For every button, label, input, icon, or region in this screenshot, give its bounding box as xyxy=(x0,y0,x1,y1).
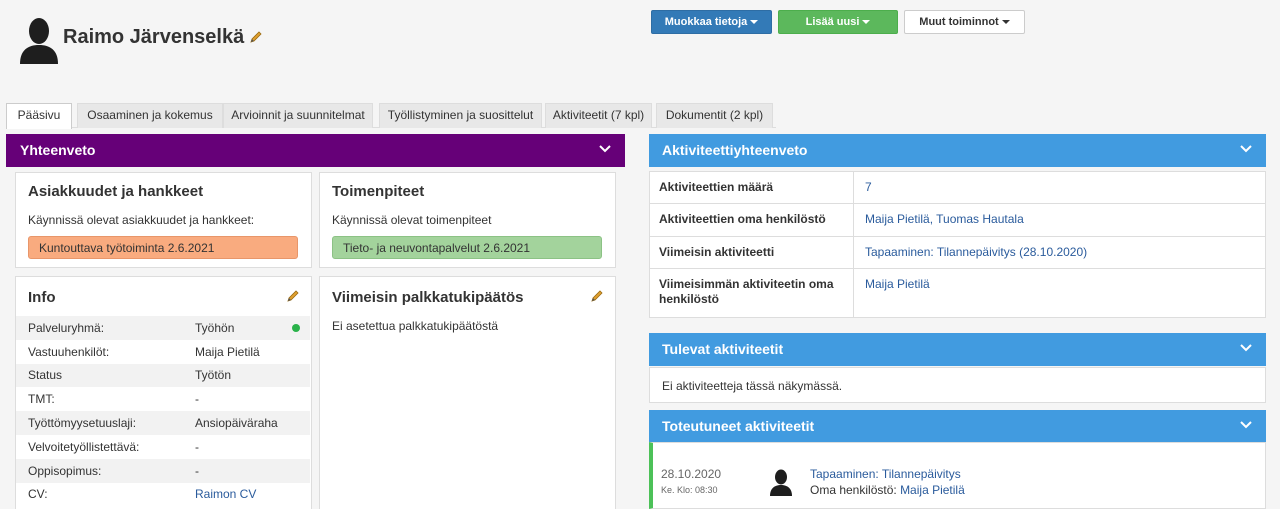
activity-title-link[interactable]: Tapaaminen: Tilannepäivitys xyxy=(810,467,961,481)
upcoming-empty-text: Ei aktiviteetteja tässä näkymässä. xyxy=(649,367,1266,403)
table-row: Viimeisin aktiviteetti Tapaaminen: Tilan… xyxy=(650,237,1265,269)
summary-value[interactable]: Maija Pietilä xyxy=(854,269,1265,317)
chevron-down-icon[interactable] xyxy=(599,144,611,154)
summary-header[interactable]: Yhteenveto xyxy=(6,134,625,167)
wage-subsidy-card: Viimeisin palkkatukipäätös Ei asetettua … xyxy=(319,276,616,509)
avatar-icon xyxy=(20,18,58,64)
customers-title: Asiakkuudet ja hankkeet xyxy=(28,183,204,200)
profile-header: Raimo Järvenselkä Muokkaa tietoja Lisää … xyxy=(0,0,1280,100)
other-actions-button[interactable]: Muut toiminnot xyxy=(904,10,1025,34)
activity-summary-table: Aktiviteettien määrä 7 Aktiviteettien om… xyxy=(649,171,1266,318)
upcoming-header[interactable]: Tulevat aktiviteetit xyxy=(649,333,1266,366)
info-row: Status Työtön xyxy=(16,363,310,388)
info-key: Oppisopimus: xyxy=(28,463,102,478)
tab-documents[interactable]: Dokumentit (2 kpl) xyxy=(656,103,773,128)
info-row: Velvoitetyöllistettävä: - xyxy=(16,435,310,459)
wage-subsidy-title: Viimeisin palkkatukipäätös xyxy=(332,289,524,306)
customers-card: Asiakkuudet ja hankkeet Käynnissä olevat… xyxy=(15,172,312,268)
info-key: TMT: xyxy=(28,392,55,407)
info-row: Oppisopimus: - xyxy=(16,458,310,483)
summary-title: Yhteenveto xyxy=(20,142,96,158)
info-row: CV: Raimon CV xyxy=(16,483,310,507)
info-value: - xyxy=(195,392,199,407)
info-value: - xyxy=(195,439,199,454)
info-card: Info Palveluryhmä: Työhön Vastuuhenkilöt… xyxy=(15,276,312,509)
pencil-icon[interactable] xyxy=(286,289,300,303)
table-row: Aktiviteettien oma henkilöstö Maija Piet… xyxy=(650,204,1265,237)
table-row: Aktiviteettien määrä 7 xyxy=(650,172,1265,204)
info-value: Työtön xyxy=(195,368,232,383)
info-row: TMT: - xyxy=(16,387,310,411)
person-name: Raimo Järvenselkä xyxy=(63,26,245,48)
edit-details-button[interactable]: Muokkaa tietoja xyxy=(651,10,772,34)
activity-time: Ke. Klo: 08:30 xyxy=(661,485,718,495)
customer-item[interactable]: Kuntouttava työtoiminta 2.6.2021 xyxy=(28,236,298,259)
tab-skills[interactable]: Osaaminen ja kokemus xyxy=(77,103,223,128)
wage-subsidy-text: Ei asetettua palkkatukipäätöstä xyxy=(332,319,499,333)
info-value: - xyxy=(195,463,199,478)
info-key: CV: xyxy=(28,487,48,502)
pencil-icon[interactable] xyxy=(590,289,604,303)
info-key: Palveluryhmä: xyxy=(28,320,105,335)
tab-main[interactable]: Pääsivu xyxy=(6,103,72,129)
add-new-button[interactable]: Lisää uusi xyxy=(778,10,898,34)
tab-bar: Pääsivu Osaaminen ja kokemus Arvioinnit … xyxy=(6,103,776,129)
completed-header[interactable]: Toteutuneet aktiviteetit xyxy=(649,410,1266,443)
activity-staff: Oma henkilöstö: Maija Pietilä xyxy=(810,483,965,497)
tab-activities[interactable]: Aktiviteetit (7 kpl) xyxy=(545,103,652,128)
chevron-down-icon[interactable] xyxy=(1240,420,1252,430)
upcoming-title: Tulevat aktiviteetit xyxy=(662,341,784,357)
summary-key: Viimeisimmän aktiviteetin oma henkilöstö xyxy=(650,269,854,317)
measures-subtitle: Käynnissä olevat toimenpiteet xyxy=(332,213,492,227)
info-row: Vastuuhenkilöt: Maija Pietilä xyxy=(16,340,310,364)
staff-label: Oma henkilöstö: xyxy=(810,483,897,497)
summary-key: Aktiviteettien oma henkilöstö xyxy=(650,204,854,236)
summary-value[interactable]: Tapaaminen: Tilannepäivitys (28.10.2020) xyxy=(854,237,1265,268)
avatar-icon xyxy=(770,469,792,496)
caret-down-icon xyxy=(1001,20,1010,25)
table-row: Viimeisimmän aktiviteetin oma henkilöstö… xyxy=(650,269,1265,317)
status-dot-icon xyxy=(292,324,300,332)
completed-title: Toteutuneet aktiviteetit xyxy=(662,418,815,434)
info-row: Palveluryhmä: Työhön xyxy=(16,316,310,340)
activity-summary-title: Aktiviteettiyhteenveto xyxy=(662,142,808,158)
activity-date: 28.10.2020 xyxy=(661,467,722,481)
caret-down-icon xyxy=(862,20,871,25)
completed-activity-item: 28.10.2020 Ke. Klo: 08:30 Tapaaminen: Ti… xyxy=(649,442,1266,509)
measures-card: Toimenpiteet Käynnissä olevat toimenpite… xyxy=(319,172,616,268)
info-list: Palveluryhmä: Työhön Vastuuhenkilöt: Mai… xyxy=(16,316,310,506)
staff-link[interactable]: Maija Pietilä xyxy=(900,483,965,497)
summary-value[interactable]: 7 xyxy=(854,172,1265,203)
summary-value[interactable]: Maija Pietilä, Tuomas Hautala xyxy=(854,204,1265,236)
pencil-icon[interactable] xyxy=(249,30,263,44)
measures-title: Toimenpiteet xyxy=(332,183,425,200)
customers-subtitle: Käynnissä olevat asiakkuudet ja hankkeet… xyxy=(28,213,255,227)
info-key: Työttömyysetuuslaji: xyxy=(28,416,137,431)
info-key: Vastuuhenkilöt: xyxy=(28,344,110,359)
tab-assessments[interactable]: Arvioinnit ja suunnitelmat xyxy=(223,103,373,128)
info-title: Info xyxy=(28,289,56,306)
chevron-down-icon[interactable] xyxy=(1240,343,1252,353)
info-key: Status xyxy=(28,368,63,383)
activity-summary-header[interactable]: Aktiviteettiyhteenveto xyxy=(649,134,1266,167)
chevron-down-icon[interactable] xyxy=(1240,144,1252,154)
cv-link[interactable]: Raimon CV xyxy=(195,487,310,501)
tab-employment[interactable]: Työllistyminen ja suosittelut xyxy=(379,103,542,128)
info-value: Ansiopäiväraha xyxy=(195,416,278,431)
info-row: Työttömyysetuuslaji: Ansiopäiväraha xyxy=(16,411,310,435)
summary-key: Viimeisin aktiviteetti xyxy=(650,237,854,268)
caret-down-icon xyxy=(750,20,759,25)
info-value: Maija Pietilä xyxy=(195,344,260,359)
info-key: Velvoitetyöllistettävä: xyxy=(28,439,140,454)
summary-key: Aktiviteettien määrä xyxy=(650,172,854,203)
measure-item[interactable]: Tieto- ja neuvontapalvelut 2.6.2021 xyxy=(332,236,602,259)
